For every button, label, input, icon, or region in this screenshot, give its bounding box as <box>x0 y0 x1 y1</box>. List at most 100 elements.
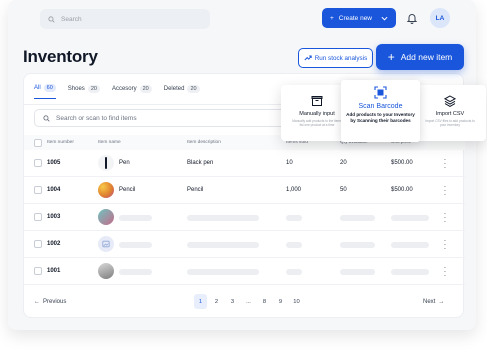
unit-price: $500.00 <box>391 187 413 193</box>
table-row[interactable]: 1002 · · · <box>24 231 465 258</box>
loading-placeholder <box>187 269 259 275</box>
layers-icon <box>444 95 456 107</box>
pen-thumbnail <box>98 155 114 171</box>
tab-all[interactable]: All 60 <box>34 84 56 99</box>
option-description: Add products to your Inventory by Scanni… <box>346 112 415 123</box>
tab-accesory[interactable]: Accesory 20 <box>112 84 152 99</box>
qty-available: 20 <box>340 160 347 166</box>
global-search-input[interactable]: Search <box>40 9 210 29</box>
arrow-left-icon: ← <box>34 299 40 305</box>
manual-input-option[interactable]: Manually input Manually add products to … <box>289 85 345 141</box>
create-new-button[interactable]: + Create new <box>322 8 396 28</box>
loading-placeholder <box>286 215 302 221</box>
import-csv-option[interactable]: Import CSV Import CSV files to add produ… <box>421 85 479 141</box>
run-stock-analysis-button[interactable]: Run stock analysis <box>298 48 373 68</box>
bell-icon[interactable] <box>406 12 418 24</box>
option-description: Manually add products to the items list … <box>292 119 342 127</box>
select-all-checkbox[interactable] <box>34 139 42 147</box>
tab-label: Deleted <box>163 85 185 92</box>
option-title: Scan Barcode <box>358 103 403 110</box>
tab-deleted[interactable]: Deleted 20 <box>164 84 200 99</box>
trend-up-icon <box>304 55 312 61</box>
find-items-placeholder: Search or scan to find items <box>56 114 137 122</box>
count-badge: 20 <box>139 84 152 93</box>
table-row[interactable]: 1005 Pen Black pen 10 20 $500.00 · · · <box>24 150 465 177</box>
item-name: Pen <box>119 160 130 166</box>
column-header: Item description <box>187 140 221 145</box>
column-header: Item name <box>98 140 121 145</box>
table-row[interactable]: 1001 · · · <box>24 258 465 285</box>
page-button[interactable]: 3 <box>226 294 239 309</box>
page-ellipsis: ... <box>246 298 251 305</box>
chevron-down-icon <box>381 16 388 21</box>
avatar[interactable]: LA <box>430 8 450 28</box>
previous-label: Previous <box>43 299 67 305</box>
tab-shoes[interactable]: Shoes 20 <box>68 84 100 99</box>
loading-placeholder <box>391 242 429 248</box>
more-options-icon[interactable]: · · · <box>443 210 447 226</box>
loading-placeholder <box>340 242 375 248</box>
arrow-right-icon: → <box>438 299 445 305</box>
item-thumbnail <box>98 263 114 279</box>
loading-placeholder <box>119 269 152 275</box>
loading-placeholder <box>119 242 152 248</box>
page-button[interactable]: 1 <box>194 294 207 309</box>
search-icon <box>43 114 50 122</box>
count-badge: 60 <box>43 84 56 92</box>
row-checkbox[interactable] <box>34 159 42 167</box>
page-numbers: 1 2 3 ... 8 9 10 <box>194 294 303 309</box>
item-thumbnail <box>98 209 114 225</box>
page-button[interactable]: 10 <box>290 294 303 309</box>
more-options-icon[interactable]: · · · <box>443 183 447 199</box>
loading-placeholder <box>187 242 259 248</box>
item-number: 1005 <box>47 160 61 166</box>
row-checkbox[interactable] <box>34 267 42 275</box>
page-button[interactable]: 9 <box>274 294 287 309</box>
item-name: Pencil <box>119 187 136 193</box>
barcode-scan-icon <box>374 86 387 99</box>
count-badge: 20 <box>187 84 200 93</box>
add-new-item-label: Add new item <box>400 52 453 62</box>
row-checkbox[interactable] <box>34 186 42 194</box>
previous-page-button[interactable]: ← Previous <box>34 299 66 305</box>
find-items-input[interactable]: Search or scan to find items <box>34 109 294 127</box>
more-options-icon[interactable]: · · · <box>443 264 447 280</box>
row-checkbox[interactable] <box>34 240 42 248</box>
next-label: Next <box>423 299 436 305</box>
table-row[interactable]: 1003 · · · <box>24 204 465 231</box>
page-title: Inventory <box>23 47 98 66</box>
search-icon <box>48 15 55 23</box>
loading-placeholder <box>391 269 429 275</box>
column-header: Item number <box>47 140 74 145</box>
more-options-icon[interactable]: · · · <box>443 156 447 172</box>
count-badge: 20 <box>87 84 100 93</box>
add-new-item-button[interactable]: + Add new item <box>376 44 464 70</box>
loading-placeholder <box>391 215 429 221</box>
next-page-button[interactable]: Next → <box>423 299 444 305</box>
item-number: 1004 <box>47 187 61 193</box>
image-placeholder-icon <box>98 236 114 252</box>
tab-bar: All 60 Shoes 20 Accesory 20 Deleted 20 <box>34 84 200 99</box>
plus-icon: + <box>329 14 334 22</box>
row-checkbox[interactable] <box>34 213 42 221</box>
run-stock-analysis-label: Run stock analysis <box>314 54 368 62</box>
create-new-label: Create new <box>338 14 373 22</box>
table-row[interactable]: 1004 Pencil Pencil 1,000 50 $500.00 · · · <box>24 177 465 204</box>
scan-barcode-option[interactable]: Scan Barcode Add products to your Invent… <box>341 80 420 142</box>
item-number: 1002 <box>47 241 61 247</box>
unit-price: $500.00 <box>391 160 413 166</box>
tab-label: All <box>34 85 41 91</box>
more-options-icon[interactable]: · · · <box>443 237 447 253</box>
page-button[interactable]: 8 <box>258 294 271 309</box>
loading-placeholder <box>187 215 259 221</box>
tab-label: Accesory <box>111 85 137 92</box>
item-number: 1001 <box>47 268 61 274</box>
page-button[interactable]: 2 <box>210 294 223 309</box>
option-title: Manually input <box>299 111 335 117</box>
tab-label: Shoes <box>67 85 85 92</box>
loading-placeholder <box>286 242 302 248</box>
items-sold: 1,000 <box>286 187 302 193</box>
qty-available: 50 <box>340 187 347 193</box>
option-title: Import CSV <box>435 111 465 117</box>
loading-placeholder <box>286 269 302 275</box>
